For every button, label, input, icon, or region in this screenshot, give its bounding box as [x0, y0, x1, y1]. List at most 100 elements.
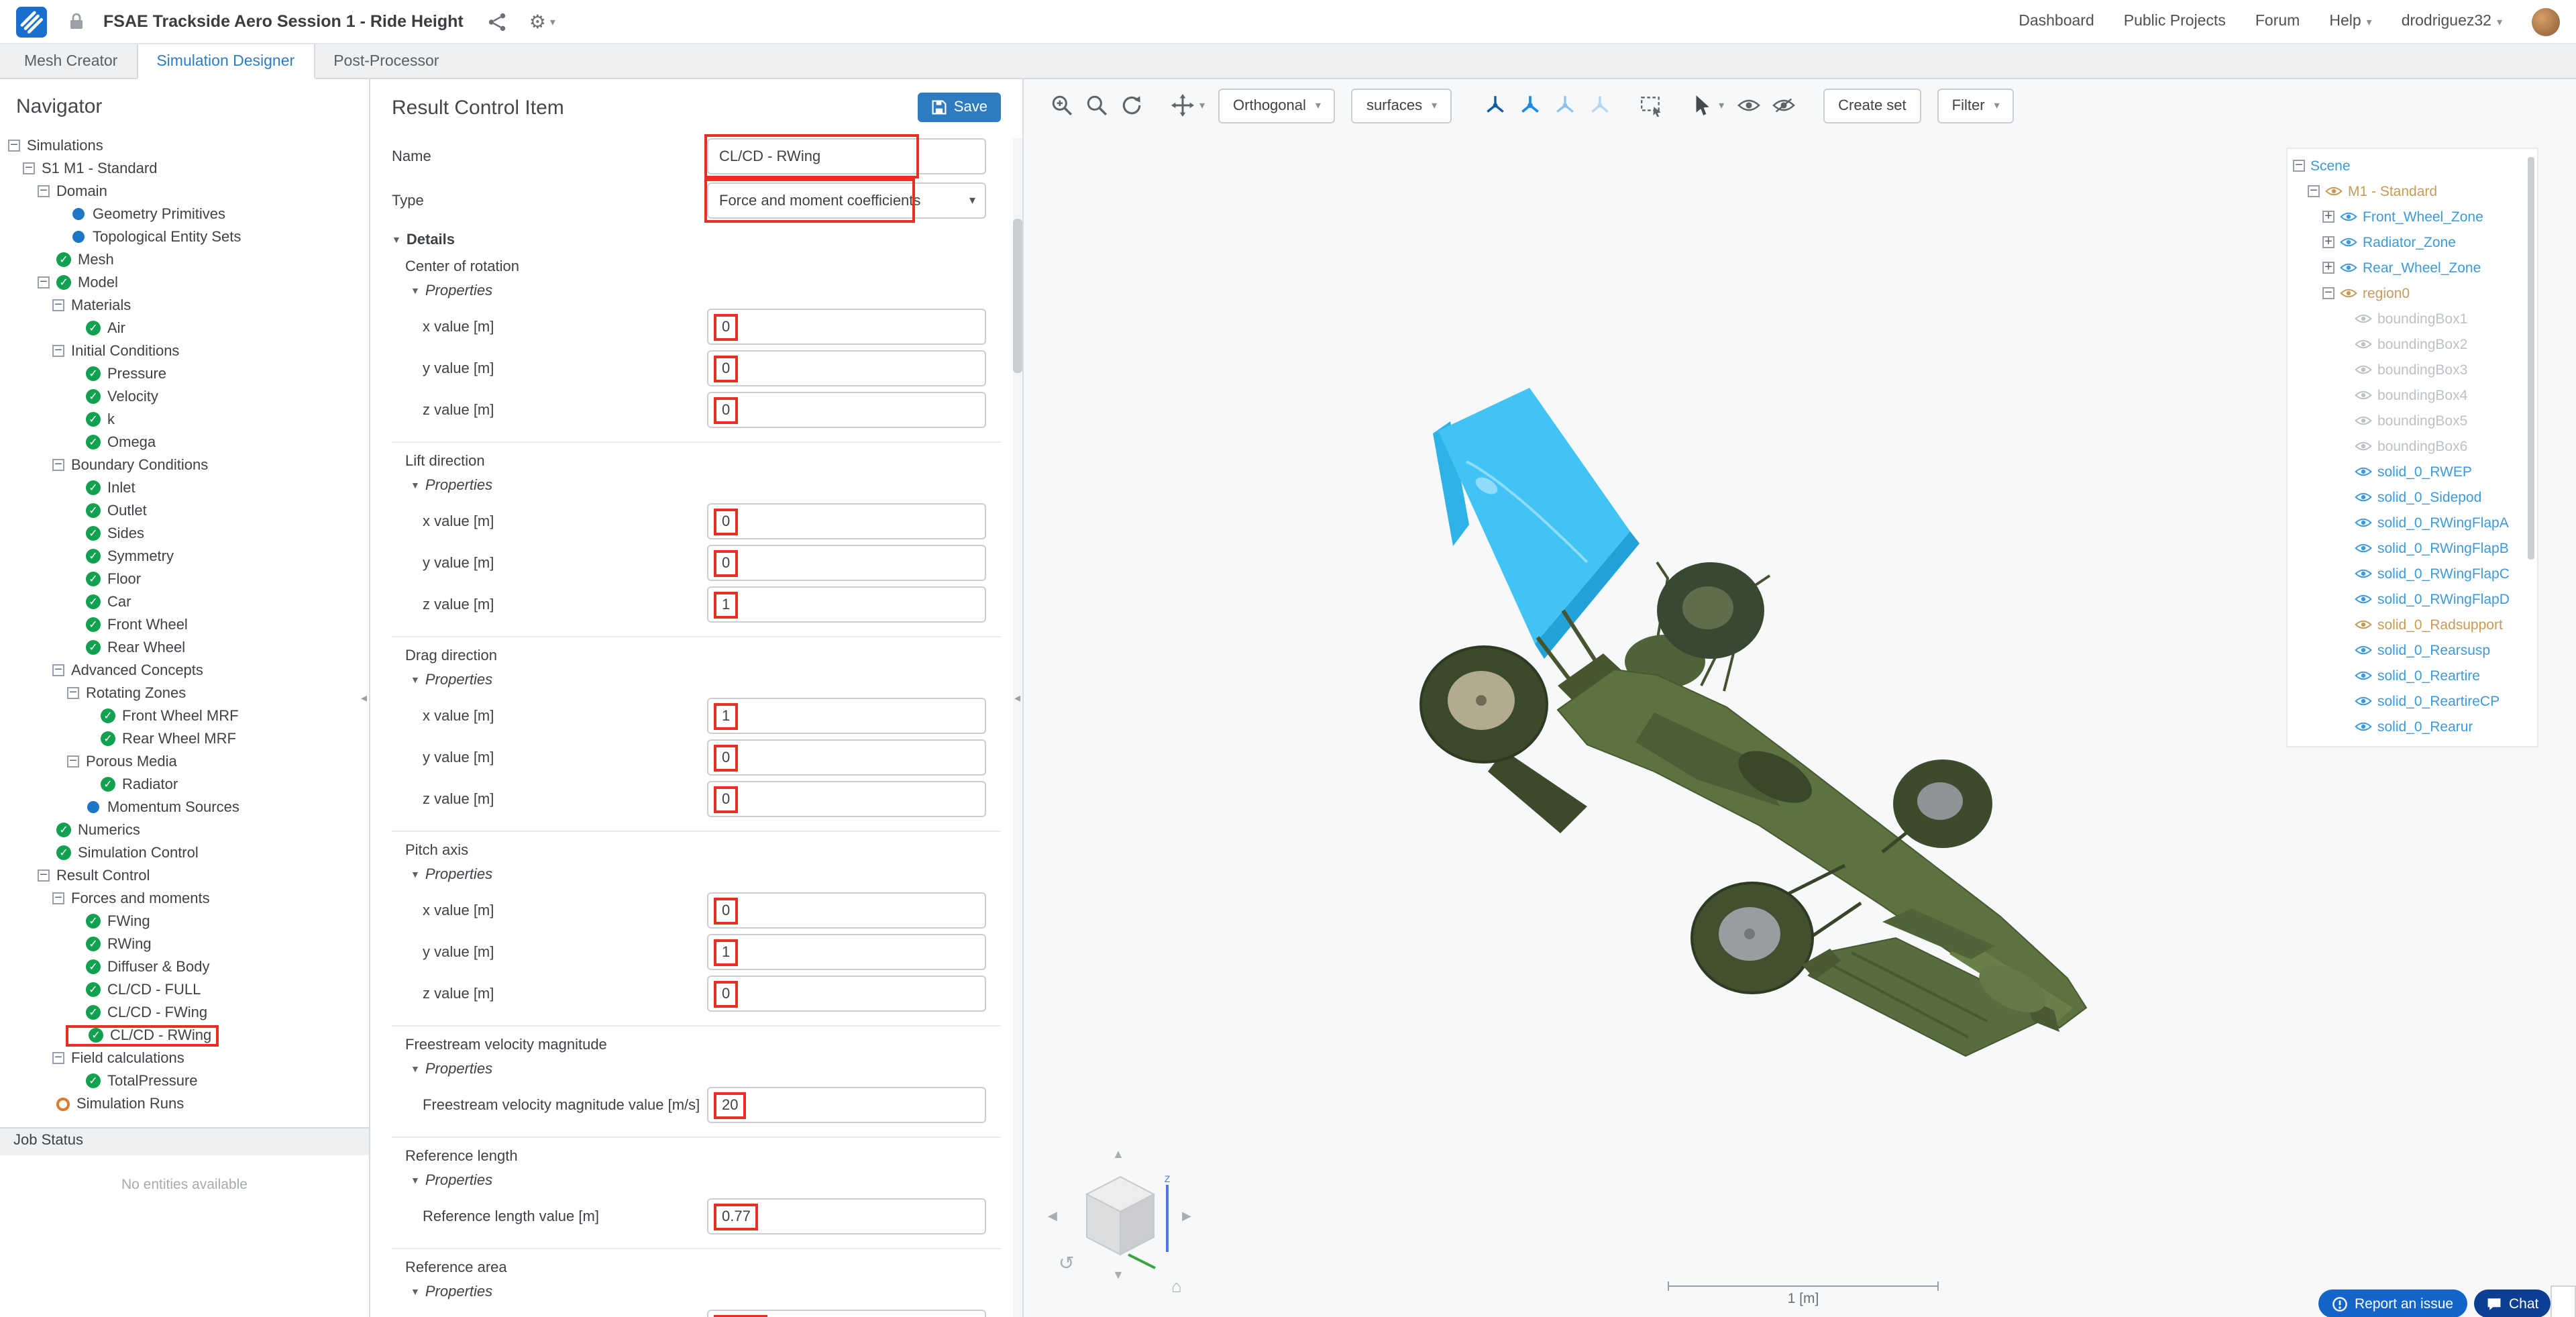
properties-header[interactable]: ▼ Properties	[411, 672, 1001, 688]
property-value-input[interactable]: 20	[707, 1087, 986, 1123]
orientation-cube[interactable]	[1084, 1174, 1157, 1257]
expander-icon[interactable]: −	[8, 139, 20, 152]
tab-post-processor[interactable]: Post-Processor	[315, 44, 458, 78]
panel-scrollbar[interactable]	[1013, 138, 1022, 1317]
expander-icon[interactable]: +	[2322, 210, 2334, 223]
navigator-item-omega[interactable]: ✓ Omega	[0, 431, 369, 454]
navigator-item-numerics[interactable]: ✓ Numerics	[0, 819, 369, 841]
visibility-eye-icon[interactable]	[2355, 517, 2372, 529]
navigator-item-velocity[interactable]: ✓ Velocity	[0, 385, 369, 408]
share-icon[interactable]	[488, 11, 508, 32]
navigator-item-rwing[interactable]: ✓ RWing	[0, 933, 369, 955]
expander-icon[interactable]: −	[2293, 159, 2305, 172]
scene-tree-item-solid-0-rwingflapd[interactable]: solid_0_RWingFlapD	[2288, 586, 2537, 612]
navigator-item-totalpressure[interactable]: ✓ TotalPressure	[0, 1069, 369, 1092]
visibility-eye-icon[interactable]	[2355, 593, 2372, 605]
navigator-item-materials[interactable]: − Materials	[0, 294, 369, 317]
navigator-item-initial-conditions[interactable]: − Initial Conditions	[0, 339, 369, 362]
scene-tree-item-rear-wheel-zone[interactable]: + Rear_Wheel_Zone	[2288, 255, 2537, 280]
scene-tree-item-solid-0-rwingflapb[interactable]: solid_0_RWingFlapB	[2288, 535, 2537, 561]
fit-view-refresh-icon[interactable]	[1120, 94, 1143, 117]
render-mode-select[interactable]: surfaces ▾	[1351, 88, 1452, 123]
visibility-eye-icon[interactable]	[2355, 440, 2372, 452]
expander-icon[interactable]: −	[52, 892, 64, 905]
expander-icon[interactable]: −	[52, 344, 64, 358]
scene-tree-scrollbar[interactable]	[2528, 157, 2534, 560]
navigator-item-boundary-conditions[interactable]: − Boundary Conditions	[0, 454, 369, 476]
expander-icon[interactable]: −	[23, 162, 35, 175]
navigator-item-field-calculations[interactable]: − Field calculations	[0, 1047, 369, 1069]
select-cursor-icon[interactable]	[1690, 94, 1713, 117]
visibility-eye-icon[interactable]	[2355, 389, 2372, 401]
rear-right-wheel[interactable]	[1657, 562, 1764, 659]
rear-left-wheel[interactable]	[1419, 645, 1548, 763]
visibility-eye-icon[interactable]	[2340, 211, 2357, 223]
visibility-eye-icon[interactable]	[2355, 746, 2372, 747]
properties-header[interactable]: ▼ Properties	[411, 1173, 1001, 1189]
navigator-item-simulation-control[interactable]: ✓ Simulation Control	[0, 841, 369, 864]
navigator-item-mesh[interactable]: ✓ Mesh	[0, 248, 369, 271]
expander-icon[interactable]: −	[52, 299, 64, 312]
scene-tree-item-boundingbox2[interactable]: boundingBox2	[2288, 331, 2537, 357]
scene-tree-item-region0[interactable]: − region0	[2288, 280, 2537, 306]
property-value-input[interactable]: 1	[707, 698, 986, 734]
scene-tree-item-solid-0-radsupport[interactable]: solid_0_Radsupport	[2288, 612, 2537, 637]
front-wing[interactable]	[1802, 908, 2059, 1057]
expander-icon[interactable]: −	[67, 686, 79, 700]
axis-triad-icon-4[interactable]	[1589, 94, 1611, 117]
hide-visibility-eye-icon[interactable]	[1772, 94, 1796, 117]
chevron-down-icon[interactable]: ▾	[1719, 99, 1724, 111]
filter-button[interactable]: Filter ▾	[1937, 88, 2015, 123]
property-value-input[interactable]: 0	[707, 503, 986, 539]
navigator-item-simulations[interactable]: − Simulations	[0, 134, 369, 157]
create-set-button[interactable]: Create set	[1823, 88, 1921, 123]
scene-tree-item-boundingbox3[interactable]: boundingBox3	[2288, 357, 2537, 382]
visibility-eye-icon[interactable]	[2355, 313, 2372, 325]
navigator-item-inlet[interactable]: ✓ Inlet	[0, 476, 369, 499]
rotate-down-arrow-icon[interactable]: ▼	[1112, 1268, 1124, 1281]
topnav-public-projects[interactable]: Public Projects	[2124, 13, 2226, 30]
visibility-eye-icon[interactable]	[2355, 491, 2372, 503]
property-value-input[interactable]: 0	[707, 781, 986, 817]
expander-icon[interactable]: +	[2322, 235, 2334, 249]
details-header[interactable]: ▼ Details	[392, 232, 1001, 248]
navigator-item-k[interactable]: ✓ k	[0, 408, 369, 431]
settings-gear-icon[interactable]: ⚙ ▾	[529, 10, 555, 33]
expander-icon[interactable]: −	[52, 1051, 64, 1065]
roll-rotate-icon[interactable]: ↺	[1059, 1252, 1074, 1275]
visibility-eye-icon[interactable]	[2355, 644, 2372, 656]
navigator-item-sides[interactable]: ✓ Sides	[0, 522, 369, 545]
property-value-input[interactable]: 1	[707, 934, 986, 970]
visibility-eye-icon[interactable]	[2355, 415, 2372, 427]
zoom-in-icon[interactable]	[1051, 94, 1073, 117]
property-value-input[interactable]: 0	[707, 350, 986, 386]
rotate-right-arrow-icon[interactable]: ▶	[1182, 1209, 1191, 1224]
scene-tree-item-solid-0-rwep[interactable]: solid_0_RWEP	[2288, 459, 2537, 484]
navigator-item-simulation-runs[interactable]: Simulation Runs	[0, 1092, 369, 1115]
collapse-panel-icon[interactable]: ◂	[361, 686, 373, 710]
navigator-item-momentum-sources[interactable]: Momentum Sources	[0, 796, 369, 819]
visibility-eye-icon[interactable]	[2355, 695, 2372, 707]
expander-icon[interactable]: −	[38, 185, 50, 198]
scene-tree-item-m1-standard[interactable]: − M1 - Standard	[2288, 178, 2537, 204]
visibility-eye-icon[interactable]	[2355, 721, 2372, 733]
navigator-item-air[interactable]: ✓ Air	[0, 317, 369, 339]
scene-tree-item-solid-0-rwingflapa[interactable]: solid_0_RWingFlapA	[2288, 510, 2537, 535]
chat-button[interactable]: Chat	[2474, 1289, 2551, 1317]
tab-simulation-designer[interactable]: Simulation Designer	[136, 44, 315, 79]
property-value-input[interactable]: 0.271	[707, 1310, 986, 1317]
expander-icon[interactable]: −	[2308, 185, 2320, 198]
axis-triad-icon-1[interactable]	[1484, 94, 1507, 117]
selected-rear-wing[interactable]	[1433, 388, 1640, 659]
navigator-item-cl-cd-fwing[interactable]: ✓ CL/CD - FWing	[0, 1001, 369, 1024]
scene-tree-item-boundingbox5[interactable]: boundingBox5	[2288, 408, 2537, 433]
navigator-item-model[interactable]: − ✓ Model	[0, 271, 369, 294]
properties-header[interactable]: ▼ Properties	[411, 1284, 1001, 1300]
expander-icon[interactable]: −	[2322, 286, 2334, 300]
visibility-eye-icon[interactable]	[2355, 619, 2372, 631]
viewport-3d[interactable]: ▾ Orthogonal ▾ surfaces ▾ ▾ Create set F…	[1024, 79, 2576, 1317]
navigator-item-car[interactable]: ✓ Car	[0, 590, 369, 613]
expander-icon[interactable]: −	[38, 276, 50, 289]
navigator-item-cl-cd-full[interactable]: ✓ CL/CD - FULL	[0, 978, 369, 1001]
scene-tree-item-solid-0-rwingflapc[interactable]: solid_0_RWingFlapC	[2288, 561, 2537, 586]
